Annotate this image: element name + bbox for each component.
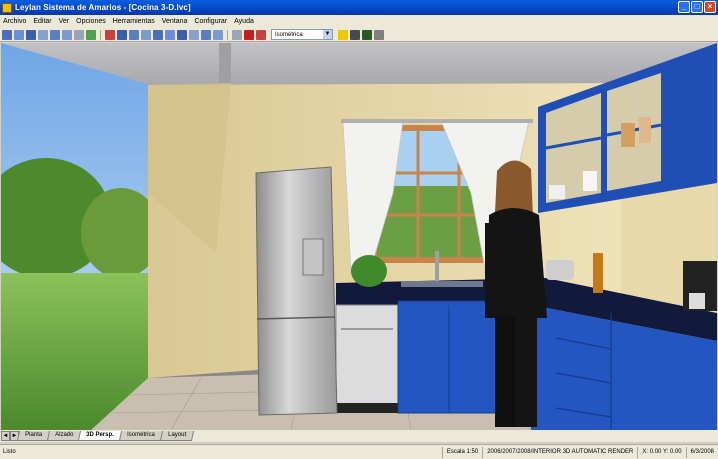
- tab-3d-persp[interactable]: 3D Persp.: [78, 431, 123, 441]
- door-icon[interactable]: [189, 29, 199, 40]
- water-dispenser: [302, 238, 324, 276]
- status-scale: Escala 1:50: [441, 446, 482, 458]
- tree-icon[interactable]: [362, 29, 372, 40]
- status-mode: 2006/2007/2008/INTERIOR 3D AUTOMATIC REN…: [482, 446, 637, 458]
- tab-isometrica[interactable]: Isométrica: [118, 431, 163, 441]
- print-icon[interactable]: [38, 29, 48, 40]
- camera-icon[interactable]: [350, 29, 360, 40]
- tab-alzado[interactable]: Alzado: [46, 431, 82, 441]
- layers-icon[interactable]: [153, 29, 163, 40]
- cabinet-icon[interactable]: [165, 29, 175, 40]
- bottle: [593, 253, 603, 293]
- menu-editar[interactable]: Editar: [33, 18, 51, 25]
- save-icon[interactable]: [26, 29, 36, 40]
- coffee-pot: [689, 293, 705, 309]
- sink: [401, 281, 483, 287]
- jar: [621, 123, 635, 147]
- curtain-rod: [341, 119, 533, 123]
- minimize-button[interactable]: _: [678, 1, 690, 13]
- menu-ver[interactable]: Ver: [59, 18, 70, 25]
- arrow-right-icon[interactable]: [232, 29, 242, 40]
- dishwasher-handle: [341, 328, 393, 330]
- rotate-icon[interactable]: [86, 29, 96, 40]
- toolbar-separator: [100, 29, 101, 40]
- refrigerator: [255, 166, 338, 416]
- app-icon: [2, 2, 12, 13]
- text-icon[interactable]: [141, 29, 151, 40]
- tab-planta[interactable]: Planta: [16, 431, 51, 441]
- view-mode-value: Isométrica: [275, 31, 303, 38]
- render-icon[interactable]: [129, 29, 139, 40]
- tab-nav-first-button[interactable]: ◄: [1, 431, 10, 441]
- zoom-extents-icon[interactable]: [62, 29, 72, 40]
- lock-icon[interactable]: [244, 29, 254, 40]
- open-file-icon[interactable]: [14, 29, 24, 40]
- menu-bar: Archivo Editar Ver Opciones Herramientas…: [0, 15, 718, 28]
- status-date: 6/3/2008: [685, 446, 718, 458]
- new-file-icon[interactable]: [2, 29, 12, 40]
- 3d-viewport[interactable]: [1, 43, 717, 430]
- chevron-down-icon[interactable]: ▼: [323, 30, 332, 39]
- wall-icon[interactable]: [177, 29, 187, 40]
- menu-configurar[interactable]: Configurar: [194, 18, 227, 25]
- pin-icon[interactable]: [256, 29, 266, 40]
- plant: [351, 255, 387, 287]
- faucet: [435, 251, 439, 281]
- window-tool-icon[interactable]: [201, 29, 211, 40]
- toolbar-separator: [227, 29, 228, 40]
- zoom-icon[interactable]: [50, 29, 60, 40]
- dishwasher: [335, 304, 399, 412]
- window-controls: _ □ ×: [678, 1, 716, 13]
- maximize-button[interactable]: □: [691, 1, 703, 13]
- ceiling-beam: [219, 43, 231, 83]
- kitchen-render: [1, 43, 717, 430]
- menu-ventana[interactable]: Ventana: [162, 18, 188, 25]
- status-message: Listo: [3, 449, 16, 455]
- menu-ayuda[interactable]: Ayuda: [234, 18, 254, 25]
- view-tabs-bar: ◄ ► Planta Alzado 3D Persp. Isométrica L…: [0, 430, 718, 442]
- jar: [639, 117, 651, 143]
- close-button[interactable]: ×: [704, 1, 716, 13]
- undo-icon[interactable]: [105, 29, 115, 40]
- title-bar: Leylan Sistema de Amarios - [Cocina 3-D.…: [0, 0, 718, 15]
- light-bulb-icon[interactable]: [338, 29, 348, 40]
- menu-archivo[interactable]: Archivo: [3, 18, 26, 25]
- toaster: [546, 260, 574, 280]
- view-mode-select[interactable]: Isométrica ▼: [271, 29, 333, 40]
- settings-icon[interactable]: [213, 29, 223, 40]
- pan-icon[interactable]: [74, 29, 84, 40]
- status-coordinates: X: 0.00 Y: 0.00: [637, 446, 685, 458]
- status-bar: Listo Escala 1:50 2006/2007/2008/INTERIO…: [0, 444, 718, 459]
- menu-herramientas[interactable]: Herramientas: [113, 18, 155, 25]
- main-toolbar: Isométrica ▼: [0, 28, 718, 42]
- plate-stack: [549, 185, 565, 199]
- view-icon[interactable]: [117, 29, 127, 40]
- tab-layout[interactable]: Layout: [159, 431, 194, 441]
- cup-stack: [583, 171, 597, 191]
- menu-opciones[interactable]: Opciones: [76, 18, 106, 25]
- dishwasher-base: [336, 403, 398, 413]
- window-title: Leylan Sistema de Amarios - [Cocina 3-D.…: [15, 3, 191, 12]
- wrench-icon[interactable]: [374, 29, 384, 40]
